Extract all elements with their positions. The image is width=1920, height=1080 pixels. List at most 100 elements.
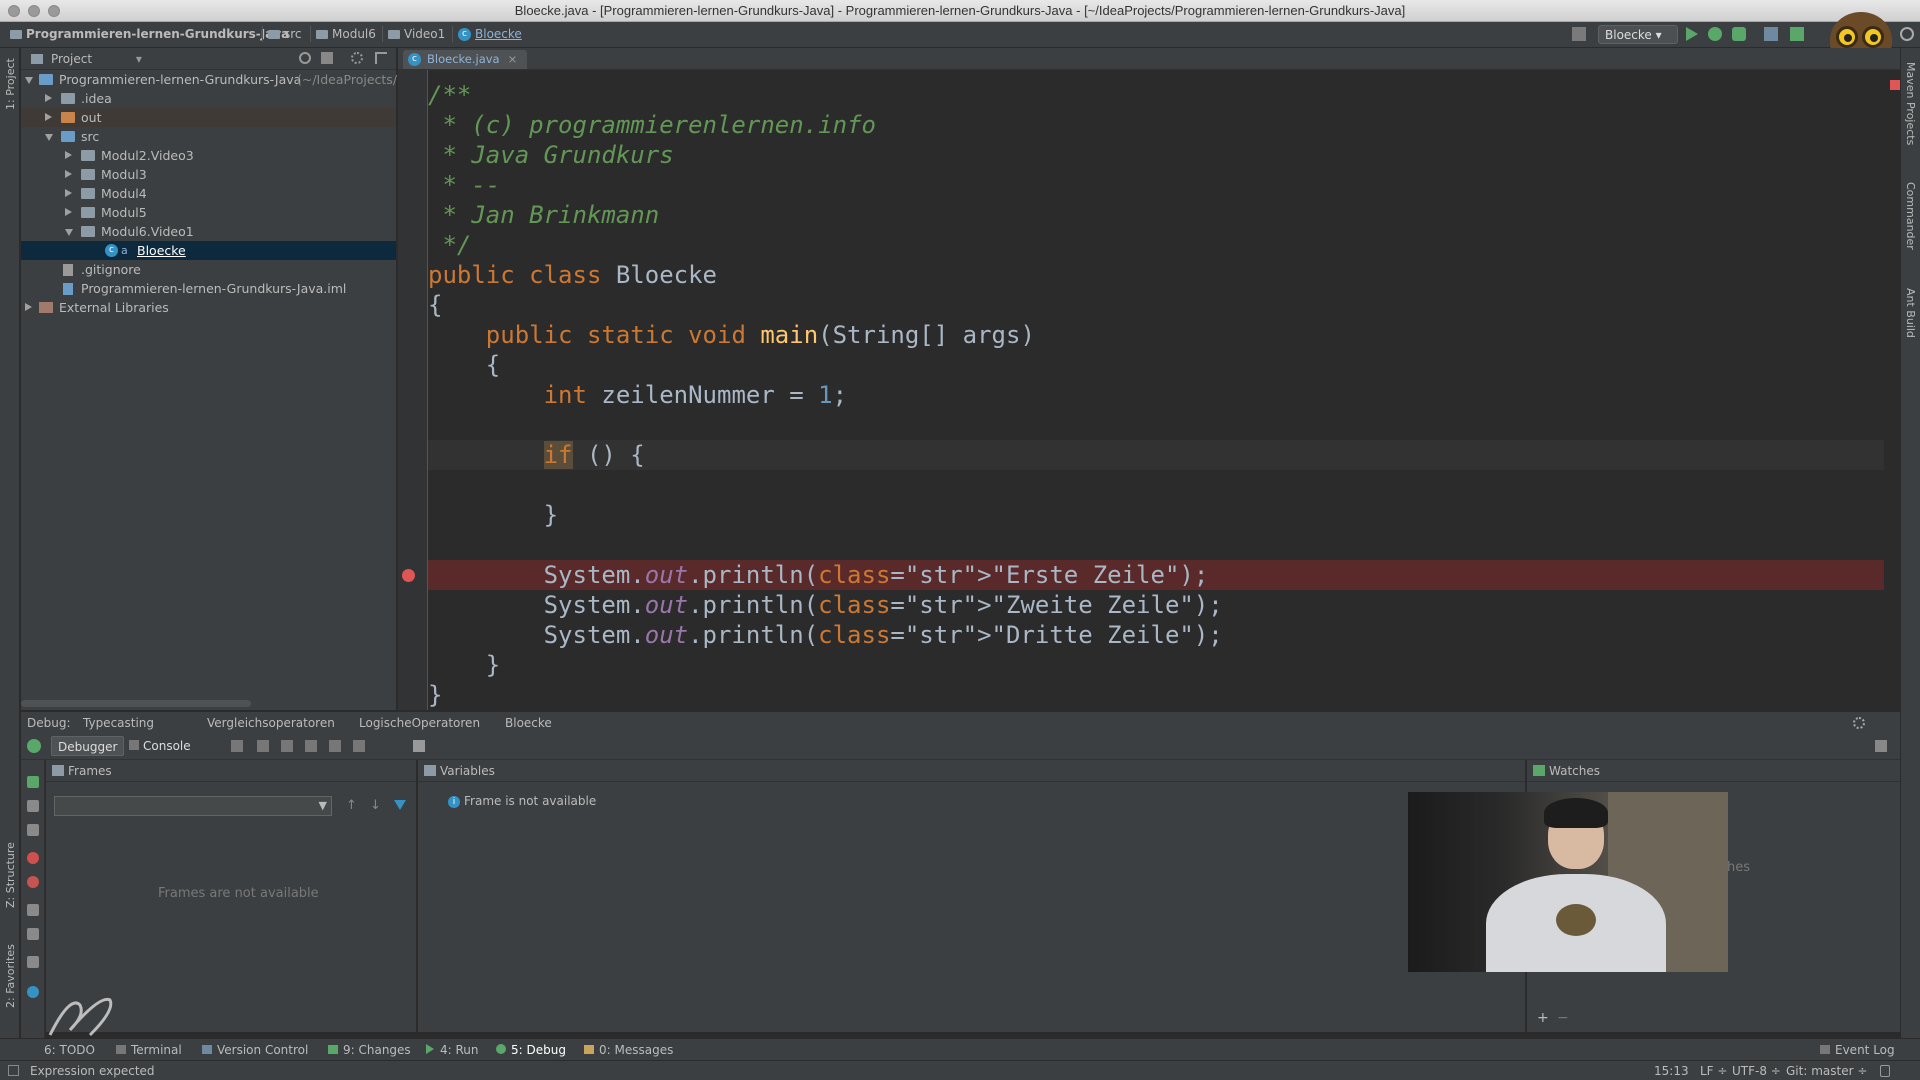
maven-projects-tool-button[interactable]: Maven Projects <box>1904 62 1917 145</box>
settings-gear-icon[interactable] <box>1853 717 1865 729</box>
breadcrumb-bloecke[interactable]: c Bloecke <box>458 27 522 41</box>
horizontal-scrollbar[interactable] <box>21 700 251 707</box>
breadcrumb-video1[interactable]: Video1 <box>388 27 445 41</box>
evaluate-expression-icon[interactable] <box>413 740 425 752</box>
resume-icon[interactable] <box>27 776 39 788</box>
tree-item-src[interactable]: src <box>21 127 396 146</box>
step-over-icon[interactable] <box>257 740 269 752</box>
collapse-arrow-icon[interactable] <box>45 134 53 141</box>
run-configuration-select[interactable]: Bloecke ▾ <box>1598 25 1678 44</box>
line-separator[interactable]: LF ÷ <box>1700 1064 1727 1078</box>
tab-run[interactable]: 4: Run <box>426 1043 479 1057</box>
expand-arrow-icon[interactable] <box>65 151 72 159</box>
editor-scrollbar[interactable] <box>1884 70 1900 710</box>
breakpoint-icon[interactable] <box>402 569 415 582</box>
restore-layout-icon[interactable] <box>27 928 39 940</box>
force-step-into-icon[interactable] <box>305 740 317 752</box>
expand-arrow-icon[interactable] <box>25 303 32 311</box>
tree-item-modul2-video3[interactable]: Modul2.Video3 <box>21 146 396 165</box>
rerun-icon[interactable] <box>27 739 41 753</box>
vcs-update-icon[interactable] <box>1764 27 1778 41</box>
expand-arrow-icon[interactable] <box>25 77 33 84</box>
stop-icon[interactable] <box>27 824 39 836</box>
debug-session-vergleichsoperatoren[interactable]: Vergleichsoperatoren <box>207 716 335 730</box>
arrow-up-icon[interactable]: ↑ <box>346 798 357 813</box>
tree-item-out[interactable]: out <box>21 108 396 127</box>
expand-arrow-icon[interactable] <box>65 189 72 197</box>
arrow-down-icon[interactable]: ↓ <box>370 798 381 813</box>
tree-item-modul6-video1[interactable]: Modul6.Video1 <box>21 222 396 241</box>
expand-arrow-icon[interactable] <box>45 94 52 102</box>
settings-icon[interactable] <box>27 956 39 968</box>
tree-item-gitignore[interactable]: .gitignore <box>21 260 396 279</box>
collapse-arrow-icon[interactable] <box>65 229 73 236</box>
run-icon[interactable] <box>1686 27 1698 41</box>
project-view-select[interactable]: Project <box>51 52 92 66</box>
lock-icon[interactable] <box>1880 1065 1890 1077</box>
git-branch[interactable]: Git: master ÷ <box>1786 1064 1867 1078</box>
expand-arrow-icon[interactable] <box>65 170 72 178</box>
step-into-icon[interactable] <box>281 740 293 752</box>
tree-item-bloecke[interactable]: c a Bloecke <box>21 241 396 260</box>
step-out-icon[interactable] <box>329 740 341 752</box>
tab-event-log[interactable]: Event Log <box>1820 1043 1895 1057</box>
favorites-tool-button[interactable]: 2: Favorites <box>4 944 17 1008</box>
restore-layout-icon[interactable] <box>1875 740 1887 752</box>
close-tab-icon[interactable]: × <box>508 52 518 66</box>
mute-breakpoints-icon[interactable] <box>27 876 39 888</box>
ant-build-tool-button[interactable]: Ant Build <box>1904 288 1917 338</box>
add-watch-icon[interactable]: + <box>1537 1010 1549 1026</box>
pause-icon[interactable] <box>27 800 39 812</box>
thread-select[interactable]: ▼ <box>54 796 332 816</box>
debug-session-logischeoperatoren[interactable]: LogischeOperatoren <box>359 716 480 730</box>
debug-session-bloecke[interactable]: Bloecke <box>505 716 552 730</box>
tab-version-control[interactable]: Version Control <box>202 1043 308 1057</box>
structure-tool-button[interactable]: Z: Structure <box>4 842 17 908</box>
coverage-icon[interactable] <box>1732 27 1746 41</box>
tree-item-idea[interactable]: .idea <box>21 89 396 108</box>
search-icon[interactable] <box>1900 27 1914 41</box>
tab-changes[interactable]: 9: Changes <box>328 1043 411 1057</box>
tab-terminal[interactable]: Terminal <box>116 1043 182 1057</box>
code-editor[interactable]: /** * (c) programmierenlernen.info * Jav… <box>428 70 1884 710</box>
vcs-commit-icon[interactable] <box>1790 27 1804 41</box>
collapse-all-icon[interactable] <box>321 52 333 64</box>
settings-gear-icon[interactable] <box>351 52 363 64</box>
tree-item-external-libraries[interactable]: External Libraries <box>21 298 396 317</box>
tab-todo[interactable]: 6: TODO <box>44 1043 95 1057</box>
tree-item-modul3[interactable]: Modul3 <box>21 165 396 184</box>
run-to-cursor-icon[interactable] <box>353 740 365 752</box>
expand-arrow-icon[interactable] <box>45 113 52 121</box>
toggle-tool-windows-icon[interactable] <box>8 1065 19 1076</box>
view-breakpoints-icon[interactable] <box>27 852 39 864</box>
build-icon[interactable] <box>1572 27 1586 41</box>
filter-icon[interactable] <box>394 800 406 810</box>
tab-console[interactable]: Console <box>123 736 197 756</box>
get-thread-dump-icon[interactable] <box>27 904 39 916</box>
scroll-from-source-icon[interactable] <box>299 52 311 64</box>
editor-gutter[interactable] <box>398 70 428 710</box>
tab-messages[interactable]: 0: Messages <box>584 1043 673 1057</box>
editor-tab-bloecke[interactable]: c Bloecke.java × <box>403 50 528 69</box>
project-tool-button[interactable]: 1: Project <box>4 58 17 110</box>
settings-gear-icon[interactable] <box>27 986 39 998</box>
tab-debug[interactable]: 5: Debug <box>496 1043 566 1057</box>
tab-debugger[interactable]: Debugger <box>51 736 125 756</box>
breadcrumb-modul6[interactable]: Modul6 <box>316 27 376 41</box>
debug-session-typecasting[interactable]: Typecasting <box>83 716 154 730</box>
tree-item-project-root[interactable]: Programmieren-lernen-Grundkurs-Java (~/I… <box>21 70 405 89</box>
remove-watch-icon[interactable]: − <box>1557 1010 1569 1026</box>
hide-panel-icon[interactable] <box>375 52 387 64</box>
debug-icon[interactable] <box>1708 27 1722 41</box>
file-encoding[interactable]: UTF-8 ÷ <box>1732 1064 1781 1078</box>
tree-item-modul5[interactable]: Modul5 <box>21 203 396 222</box>
commander-tool-button[interactable]: Commander <box>1904 182 1917 250</box>
tree-item-modul4[interactable]: Modul4 <box>21 184 396 203</box>
error-stripe-marker[interactable] <box>1890 80 1900 90</box>
tree-item-iml[interactable]: Programmieren-lernen-Grundkurs-Java.iml <box>21 279 396 298</box>
cursor-position[interactable]: 15:13 <box>1654 1064 1689 1078</box>
expand-arrow-icon[interactable] <box>65 208 72 216</box>
breadcrumb-src[interactable]: src <box>268 27 302 41</box>
show-execution-point-icon[interactable] <box>231 740 243 752</box>
breadcrumb-project[interactable]: Programmieren-lernen-Grundkurs-Java <box>10 27 289 41</box>
